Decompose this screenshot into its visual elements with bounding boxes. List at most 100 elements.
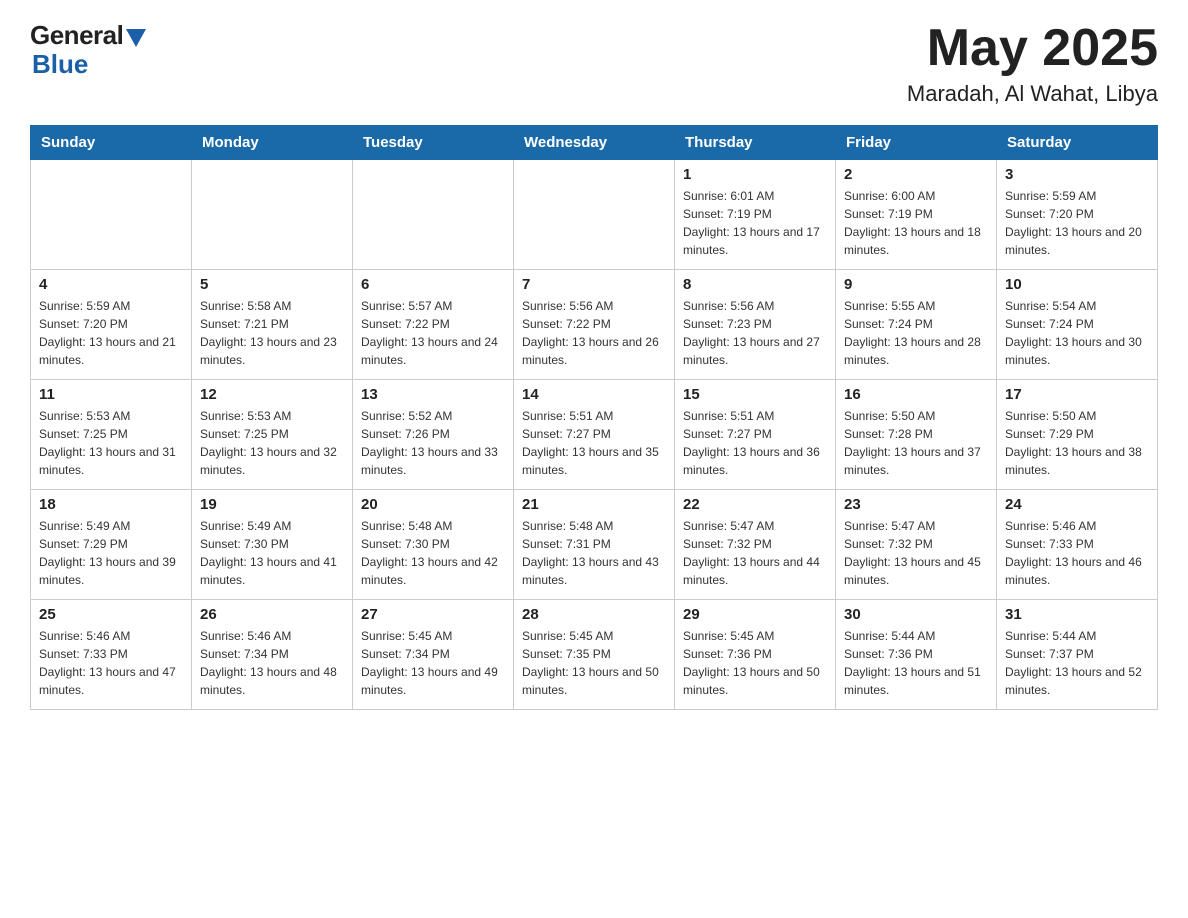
calendar-day-cell: 2 Sunrise: 6:00 AMSunset: 7:19 PMDaylight… [836, 160, 997, 270]
calendar-day-cell: 10 Sunrise: 5:54 AMSunset: 7:24 PMDayligh… [997, 270, 1158, 380]
calendar-day-cell [353, 160, 514, 270]
calendar-day-cell: 18Sunrise: 5:49 AMSunset: 7:29 PMDayligh… [31, 490, 192, 600]
day-number: 20 [361, 496, 505, 513]
calendar-day-cell: 7 Sunrise: 5:56 AMSunset: 7:22 PMDaylight… [514, 270, 675, 380]
day-info: Sunrise: 5:48 AMSunset: 7:31 PMDaylight:… [522, 517, 666, 589]
day-number: 17 [1005, 386, 1149, 403]
day-number: 28 [522, 606, 666, 623]
calendar-day-cell: 9 Sunrise: 5:55 AMSunset: 7:24 PMDaylight… [836, 270, 997, 380]
day-number: 14 [522, 386, 666, 403]
calendar-day-cell: 8Sunrise: 5:56 AMSunset: 7:23 PMDaylight… [675, 270, 836, 380]
day-info: Sunrise: 6:00 AMSunset: 7:19 PMDaylight:… [844, 187, 988, 259]
calendar-day-cell [514, 160, 675, 270]
day-number: 11 [39, 386, 183, 403]
calendar-day-cell: 12Sunrise: 5:53 AMSunset: 7:25 PMDayligh… [192, 380, 353, 490]
calendar-day-cell: 23 Sunrise: 5:47 AMSunset: 7:32 PMDayligh… [836, 490, 997, 600]
calendar-week-row: 11 Sunrise: 5:53 AMSunset: 7:25 PMDayligh… [31, 380, 1158, 490]
day-info: Sunrise: 5:56 AMSunset: 7:22 PMDaylight:… [522, 297, 666, 369]
calendar-day-cell: 4 Sunrise: 5:59 AMSunset: 7:20 PMDaylight… [31, 270, 192, 380]
day-number: 23 [844, 496, 988, 513]
day-number: 21 [522, 496, 666, 513]
day-info: Sunrise: 5:50 AMSunset: 7:29 PMDaylight:… [1005, 407, 1149, 479]
calendar-day-cell [192, 160, 353, 270]
day-number: 27 [361, 606, 505, 623]
calendar-day-cell: 15Sunrise: 5:51 AMSunset: 7:27 PMDayligh… [675, 380, 836, 490]
day-number: 19 [200, 496, 344, 513]
day-info: Sunrise: 5:44 AMSunset: 7:37 PMDaylight:… [1005, 627, 1149, 699]
calendar-day-cell: 20 Sunrise: 5:48 AMSunset: 7:30 PMDayligh… [353, 490, 514, 600]
day-info: Sunrise: 5:55 AMSunset: 7:24 PMDaylight:… [844, 297, 988, 369]
calendar-day-cell: 6 Sunrise: 5:57 AMSunset: 7:22 PMDaylight… [353, 270, 514, 380]
calendar-day-cell: 21 Sunrise: 5:48 AMSunset: 7:31 PMDayligh… [514, 490, 675, 600]
day-number: 12 [200, 386, 344, 403]
title-block: May 2025 Maradah, Al Wahat, Libya [907, 20, 1158, 107]
day-info: Sunrise: 5:58 AMSunset: 7:21 PMDaylight:… [200, 297, 344, 369]
day-number: 9 [844, 276, 988, 293]
calendar-day-cell: 28 Sunrise: 5:45 AMSunset: 7:35 PMDayligh… [514, 600, 675, 710]
calendar-day-cell: 22Sunrise: 5:47 AMSunset: 7:32 PMDayligh… [675, 490, 836, 600]
calendar-week-row: 18Sunrise: 5:49 AMSunset: 7:29 PMDayligh… [31, 490, 1158, 600]
day-info: Sunrise: 5:47 AMSunset: 7:32 PMDaylight:… [683, 517, 827, 589]
calendar-day-cell: 25Sunrise: 5:46 AMSunset: 7:33 PMDayligh… [31, 600, 192, 710]
day-of-week-header: Wednesday [514, 126, 675, 160]
calendar-week-row: 25Sunrise: 5:46 AMSunset: 7:33 PMDayligh… [31, 600, 1158, 710]
day-info: Sunrise: 5:49 AMSunset: 7:30 PMDaylight:… [200, 517, 344, 589]
day-info: Sunrise: 5:44 AMSunset: 7:36 PMDaylight:… [844, 627, 988, 699]
day-number: 31 [1005, 606, 1149, 623]
calendar-day-cell: 16 Sunrise: 5:50 AMSunset: 7:28 PMDayligh… [836, 380, 997, 490]
calendar-day-cell: 3 Sunrise: 5:59 AMSunset: 7:20 PMDaylight… [997, 160, 1158, 270]
day-of-week-header: Friday [836, 126, 997, 160]
day-info: Sunrise: 5:51 AMSunset: 7:27 PMDaylight:… [522, 407, 666, 479]
day-number: 4 [39, 276, 183, 293]
day-info: Sunrise: 5:46 AMSunset: 7:33 PMDaylight:… [1005, 517, 1149, 589]
day-info: Sunrise: 5:45 AMSunset: 7:36 PMDaylight:… [683, 627, 827, 699]
calendar-table: SundayMondayTuesdayWednesdayThursdayFrid… [30, 125, 1158, 710]
calendar-day-cell: 14 Sunrise: 5:51 AMSunset: 7:27 PMDayligh… [514, 380, 675, 490]
location-subtitle: Maradah, Al Wahat, Libya [907, 81, 1158, 107]
day-number: 29 [683, 606, 827, 623]
day-number: 10 [1005, 276, 1149, 293]
day-info: Sunrise: 5:59 AMSunset: 7:20 PMDaylight:… [1005, 187, 1149, 259]
day-number: 5 [200, 276, 344, 293]
day-info: Sunrise: 5:51 AMSunset: 7:27 PMDaylight:… [683, 407, 827, 479]
day-info: Sunrise: 6:01 AMSunset: 7:19 PMDaylight:… [683, 187, 827, 259]
day-info: Sunrise: 5:50 AMSunset: 7:28 PMDaylight:… [844, 407, 988, 479]
calendar-week-row: 4 Sunrise: 5:59 AMSunset: 7:20 PMDaylight… [31, 270, 1158, 380]
day-number: 2 [844, 166, 988, 183]
calendar-day-cell: 30 Sunrise: 5:44 AMSunset: 7:36 PMDayligh… [836, 600, 997, 710]
day-number: 6 [361, 276, 505, 293]
day-of-week-header: Tuesday [353, 126, 514, 160]
logo: General Blue [30, 20, 146, 80]
day-info: Sunrise: 5:47 AMSunset: 7:32 PMDaylight:… [844, 517, 988, 589]
day-info: Sunrise: 5:54 AMSunset: 7:24 PMDaylight:… [1005, 297, 1149, 369]
day-info: Sunrise: 5:45 AMSunset: 7:35 PMDaylight:… [522, 627, 666, 699]
day-of-week-header: Monday [192, 126, 353, 160]
day-of-week-header: Thursday [675, 126, 836, 160]
day-info: Sunrise: 5:46 AMSunset: 7:34 PMDaylight:… [200, 627, 344, 699]
day-of-week-header: Sunday [31, 126, 192, 160]
day-info: Sunrise: 5:57 AMSunset: 7:22 PMDaylight:… [361, 297, 505, 369]
calendar-day-cell [31, 160, 192, 270]
day-info: Sunrise: 5:53 AMSunset: 7:25 PMDaylight:… [39, 407, 183, 479]
month-year-title: May 2025 [907, 20, 1158, 77]
day-info: Sunrise: 5:48 AMSunset: 7:30 PMDaylight:… [361, 517, 505, 589]
calendar-day-cell: 24Sunrise: 5:46 AMSunset: 7:33 PMDayligh… [997, 490, 1158, 600]
calendar-day-cell: 17 Sunrise: 5:50 AMSunset: 7:29 PMDayligh… [997, 380, 1158, 490]
logo-blue-text: Blue [30, 49, 88, 80]
day-number: 7 [522, 276, 666, 293]
calendar-day-cell: 31 Sunrise: 5:44 AMSunset: 7:37 PMDayligh… [997, 600, 1158, 710]
day-number: 3 [1005, 166, 1149, 183]
day-info: Sunrise: 5:59 AMSunset: 7:20 PMDaylight:… [39, 297, 183, 369]
day-number: 18 [39, 496, 183, 513]
logo-arrow-icon [126, 29, 146, 47]
logo-general-text: General [30, 20, 123, 51]
page-header: General Blue May 2025 Maradah, Al Wahat,… [30, 20, 1158, 107]
day-number: 16 [844, 386, 988, 403]
day-of-week-header: Saturday [997, 126, 1158, 160]
calendar-day-cell: 29 Sunrise: 5:45 AMSunset: 7:36 PMDayligh… [675, 600, 836, 710]
calendar-day-cell: 27Sunrise: 5:45 AMSunset: 7:34 PMDayligh… [353, 600, 514, 710]
calendar-day-cell: 1Sunrise: 6:01 AMSunset: 7:19 PMDaylight… [675, 160, 836, 270]
calendar-day-cell: 13Sunrise: 5:52 AMSunset: 7:26 PMDayligh… [353, 380, 514, 490]
day-number: 30 [844, 606, 988, 623]
calendar-header-row: SundayMondayTuesdayWednesdayThursdayFrid… [31, 126, 1158, 160]
